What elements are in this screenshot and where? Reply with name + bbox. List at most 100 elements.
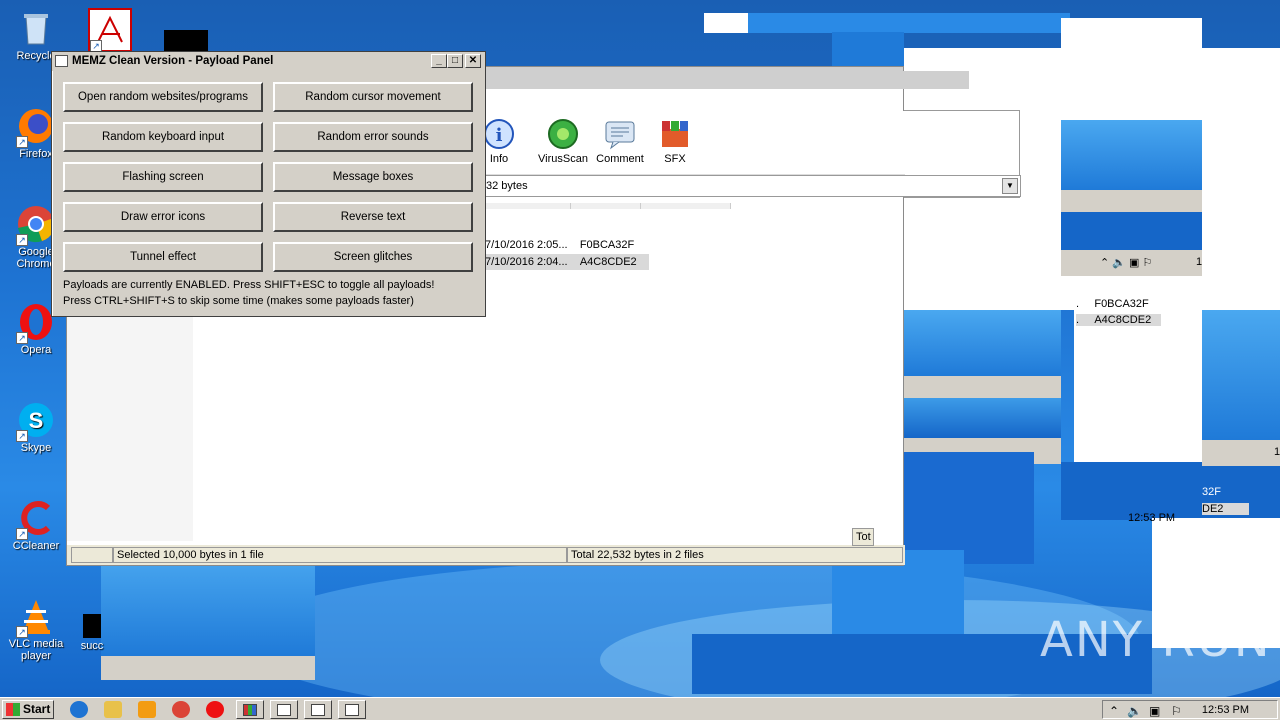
toolbar-label: SFX: [664, 153, 686, 165]
glitch-block: [471, 209, 731, 221]
payload-screen-glitches-button[interactable]: Screen glitches: [273, 242, 473, 272]
desktop-icon-vlc[interactable]: ↗ VLC media player: [4, 596, 68, 662]
payload-hint-text: Press CTRL+SHIFT+S to skip some time (ma…: [63, 295, 414, 307]
start-button[interactable]: Start: [2, 700, 54, 719]
taskbar-window-button[interactable]: [338, 700, 366, 719]
toolbar-label: VirusScan: [538, 153, 588, 165]
toolbar-label: Info: [489, 153, 509, 165]
glitch-block: [704, 13, 748, 33]
minimize-button[interactable]: _: [431, 54, 447, 68]
glitch-black-icon: [164, 30, 208, 52]
glitch-block: [485, 71, 969, 89]
glitch-clock-text: 12:53 PM: [1128, 512, 1176, 524]
close-button[interactable]: ✕: [465, 54, 481, 68]
desktop-icon-label: Recycle: [16, 50, 56, 62]
taskbar-window-button[interactable]: [270, 700, 298, 719]
status-bar: Selected 10,000 bytes in 1 file Total 22…: [67, 545, 905, 565]
toolbar-virusscan-button[interactable]: VirusScan: [535, 117, 591, 165]
payload-open-websites-button[interactable]: Open random websites/programs: [63, 82, 263, 112]
svg-text:S: S: [29, 408, 44, 433]
ccleaner-icon: ↗: [16, 498, 56, 540]
payload-error-icons-button[interactable]: Draw error icons: [63, 202, 263, 232]
sfx-icon: [662, 121, 688, 147]
desktop-icon-label: VLC media player: [8, 638, 64, 662]
skype-icon: S ↗: [16, 400, 56, 442]
memz-title: MEMZ Clean Version - Payload Panel: [72, 55, 274, 67]
payload-status-text: Payloads are currently ENABLED. Press SH…: [63, 279, 435, 291]
glitch-block: [1061, 212, 1202, 250]
desktop-icon-ccleaner[interactable]: ↗ CCleaner: [4, 498, 68, 552]
opera-icon[interactable]: [206, 701, 224, 718]
media-player-icon[interactable]: [138, 701, 156, 718]
file-row[interactable]: 7/10/2016 2:05... F0BCA32F: [485, 237, 634, 253]
windows-logo-icon: [6, 703, 20, 716]
virus-scan-icon: [548, 119, 578, 149]
glitch-crc-text: DE2: [1202, 503, 1250, 515]
payload-reverse-text-button[interactable]: Reverse text: [273, 202, 473, 232]
pdf-icon: ↗: [88, 8, 132, 52]
file-row[interactable]: 7/10/2016 2:04... A4C8CDE2: [485, 254, 649, 270]
glitch-tray-icons: ⌃ 🔈 ▣ ⚐: [1100, 257, 1153, 269]
desktop-icon-label: Google Chrome: [16, 246, 56, 270]
desktop-icon-label: succ: [80, 640, 104, 652]
file-modified: 7/10/2016 2:04...: [485, 256, 568, 268]
file-modified: 7/10/2016 2:05...: [485, 239, 568, 251]
maximize-button[interactable]: □: [447, 54, 463, 68]
desktop-icon-pdf[interactable]: ↗: [78, 8, 142, 54]
payload-error-sounds-button[interactable]: Random error sounds: [273, 122, 473, 152]
glitch-block: [1061, 190, 1202, 212]
toolbar-label: Comment: [596, 153, 644, 165]
start-label: Start: [23, 702, 51, 716]
info-icon: i: [484, 119, 514, 149]
status-selected: Selected 10,000 bytes in 1 file: [113, 547, 567, 563]
desktop-icon-label: Skype: [20, 442, 52, 454]
app-window-icon: [55, 55, 68, 67]
desktop-icon-succ[interactable]: succ: [72, 614, 112, 652]
payload-cursor-movement-button[interactable]: Random cursor movement: [273, 82, 473, 112]
clock[interactable]: 12:53 PM: [1202, 704, 1249, 716]
file-crc: F0BCA32F: [579, 239, 635, 251]
toolbar-comment-button[interactable]: Comment: [592, 117, 648, 165]
chrome-icon[interactable]: [172, 701, 190, 718]
chrome-icon: ↗: [16, 204, 56, 246]
payload-message-boxes-button[interactable]: Message boxes: [273, 162, 473, 192]
status-total: Total 22,532 bytes in 2 files: [567, 547, 903, 563]
glitch-crc-text: 32F: [1202, 486, 1221, 498]
show-hidden-icons-icon[interactable]: ⌃: [1109, 704, 1119, 718]
volume-icon[interactable]: 🔈: [1127, 704, 1142, 718]
system-tray: ⌃ 🔈 ▣ ⚐ 12:53 PM: [1102, 700, 1278, 719]
glitch-tray-num: 1: [1274, 446, 1280, 458]
glitch-block: [1202, 440, 1280, 466]
payload-tunnel-effect-button[interactable]: Tunnel effect: [63, 242, 263, 272]
glitch-block: [1061, 120, 1202, 190]
taskbar-winrar-button[interactable]: [236, 700, 264, 719]
app-icon: [83, 614, 101, 638]
vlc-icon: ↗: [16, 596, 56, 638]
taskbar-window-button[interactable]: [304, 700, 332, 719]
glitch-tray-num: 1: [1196, 256, 1203, 268]
address-text: 32 bytes: [486, 180, 528, 192]
glitch-block: [101, 656, 315, 680]
opera-icon: ↗: [16, 302, 56, 344]
glitch-crc-text: . F0BCA32F: [1076, 298, 1149, 310]
taskbar: Start ⌃ 🔈 ▣ ⚐ 12:53 PM: [0, 697, 1280, 720]
window-icon: [277, 704, 291, 716]
svg-text:i: i: [496, 125, 503, 146]
desktop-icon-skype[interactable]: S ↗ Skype: [4, 400, 68, 454]
firefox-icon: ↗: [16, 106, 56, 148]
memz-titlebar[interactable]: MEMZ Clean Version - Payload Panel _ □ ✕: [52, 52, 485, 71]
dropdown-arrow-icon[interactable]: ▼: [1002, 178, 1018, 194]
window-icon: [311, 704, 325, 716]
action-center-flag-icon[interactable]: ⚐: [1171, 704, 1182, 718]
payload-flashing-screen-button[interactable]: Flashing screen: [63, 162, 263, 192]
network-icon[interactable]: ▣: [1149, 704, 1160, 718]
glitch-block: [704, 13, 1070, 33]
glitch-block: [898, 398, 1061, 438]
glitch-status-text: Tot: [852, 528, 874, 546]
window-icon: [345, 704, 359, 716]
internet-explorer-icon[interactable]: [70, 701, 88, 718]
glitch-block: [1202, 310, 1280, 440]
payload-keyboard-input-button[interactable]: Random keyboard input: [63, 122, 263, 152]
file-explorer-icon[interactable]: [104, 701, 122, 718]
toolbar-sfx-button[interactable]: SFX: [647, 117, 703, 165]
